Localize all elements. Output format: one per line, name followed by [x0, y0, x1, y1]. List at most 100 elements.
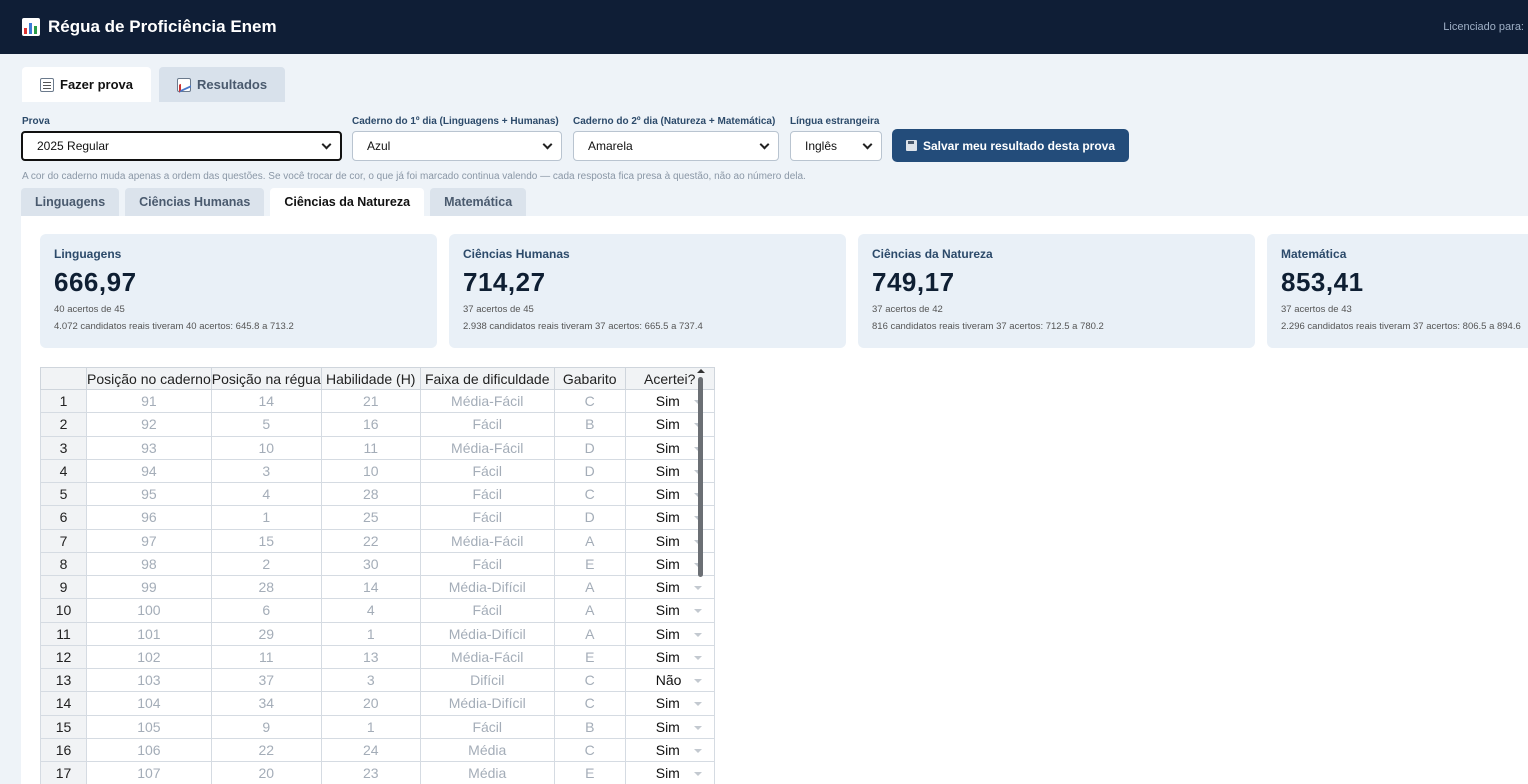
scroll-thumb[interactable]: [698, 377, 703, 577]
card-range: 2.938 candidatos reais tiveram 37 acerto…: [463, 321, 703, 332]
cell-posicao-caderno: 104: [86, 691, 212, 716]
cell-habilidade: 25: [320, 505, 421, 530]
card-range: 4.072 candidatos reais tiveram 40 acerto…: [54, 321, 294, 332]
lingua-select[interactable]: Inglês: [790, 131, 882, 161]
cell-posicao-caderno: 93: [86, 435, 212, 460]
acertei-value: Sim: [655, 765, 680, 782]
cell-posicao-regua: 3: [210, 458, 322, 484]
cell-habilidade: 11: [320, 435, 421, 460]
cell-posicao-caderno: 95: [86, 481, 212, 507]
cell-gabarito: B: [553, 714, 626, 739]
cell-posicao-regua: 5: [210, 412, 322, 437]
acertei-value: Sim: [655, 532, 680, 549]
row-number: 2: [40, 412, 87, 437]
acertei-value: Sim: [655, 486, 680, 503]
column-header-index: [40, 367, 87, 390]
cell-gabarito: C: [553, 691, 626, 716]
cell-faixa: Fácil: [419, 481, 555, 507]
lingua-label: Língua estrangeira: [790, 116, 880, 127]
cell-habilidade: 1: [320, 714, 421, 739]
caderno1-label: Caderno do 1º dia (Linguagens + Humanas): [352, 116, 559, 127]
cell-habilidade: 21: [320, 388, 421, 414]
main-tabs: Fazer prova Resultados: [22, 67, 286, 102]
save-result-button[interactable]: Salvar meu resultado desta prova: [892, 129, 1129, 162]
table-row: 9 99 28 14 Média-Difícil A Sim: [40, 574, 715, 600]
tab-ciencias-humanas[interactable]: Ciências Humanas: [125, 188, 265, 216]
tab-matematica[interactable]: Matemática: [430, 188, 527, 216]
cell-posicao-regua: 20: [210, 760, 322, 784]
card-title: Ciências Humanas: [463, 247, 570, 261]
card-score: 714,27: [463, 267, 546, 297]
prova-label: Prova: [22, 116, 50, 127]
card-score: 749,17: [872, 267, 955, 297]
card-title: Linguagens: [54, 247, 122, 261]
cell-posicao-regua: 1: [210, 505, 322, 530]
chevron-down-icon: [542, 139, 553, 149]
column-header-habilidade[interactable]: Habilidade (H): [320, 367, 421, 390]
tab-label: Resultados: [196, 77, 268, 92]
row-number: 16: [40, 737, 87, 763]
cell-faixa: Fácil: [419, 551, 555, 577]
caderno1-value: Azul: [367, 139, 391, 153]
table-row: 8 98 2 30 Fácil E Sim: [40, 551, 715, 577]
row-number: 9: [40, 574, 87, 600]
cell-posicao-caderno: 96: [86, 505, 212, 530]
score-card-ciencias-humanas: Ciências Humanas 714,27 37 acertos de 45…: [449, 234, 846, 348]
cell-posicao-caderno: 105: [86, 714, 212, 739]
table-row: 12 102 11 13 Média-Fácil E Sim: [40, 644, 715, 670]
column-header-posicao-caderno[interactable]: Posição no caderno: [86, 367, 212, 390]
cell-gabarito: E: [553, 551, 626, 577]
caderno2-select[interactable]: Amarela: [573, 131, 779, 161]
questions-table: Posição no caderno Posição na régua Habi…: [40, 367, 715, 784]
acertei-value: Sim: [655, 602, 680, 619]
cell-posicao-regua: 22: [210, 737, 322, 763]
cell-gabarito: A: [553, 574, 626, 600]
cell-posicao-caderno: 92: [86, 412, 212, 437]
chevron-down-icon: [862, 139, 873, 149]
scroll-up-icon[interactable]: [697, 369, 705, 373]
card-title: Ciências da Natureza: [872, 247, 993, 261]
tab-linguagens[interactable]: Linguagens: [21, 188, 120, 216]
cell-gabarito: C: [553, 667, 626, 693]
cell-posicao-caderno: 103: [86, 667, 212, 693]
cell-habilidade: 3: [320, 667, 421, 693]
row-number: 10: [40, 598, 87, 623]
row-number: 17: [40, 760, 87, 784]
cell-posicao-caderno: 106: [86, 737, 212, 763]
table-row: 6 96 1 25 Fácil D Sim: [40, 505, 715, 530]
row-number: 11: [40, 621, 87, 646]
prova-select[interactable]: 2025 Regular: [21, 131, 342, 161]
floppy-disk-icon: [905, 140, 917, 151]
cell-habilidade: 4: [320, 598, 421, 623]
cell-faixa: Fácil: [419, 598, 555, 623]
column-header-posicao-regua[interactable]: Posição na régua: [210, 367, 322, 390]
cell-habilidade: 14: [320, 574, 421, 600]
cell-faixa: Difícil: [419, 667, 555, 693]
cell-gabarito: D: [553, 458, 626, 484]
tab-ciencias-natureza[interactable]: Ciências da Natureza: [270, 188, 425, 216]
caderno1-select[interactable]: Azul: [352, 131, 562, 161]
cell-faixa: Média-Fácil: [419, 388, 555, 414]
table-body: 1 91 14 21 Média-Fácil C Sim 2 92 5 16 Fácil B Sim 3 93…: [40, 388, 715, 784]
tab-fazer-prova[interactable]: Fazer prova: [22, 67, 151, 102]
card-hits: 37 acertos de 42: [872, 304, 943, 315]
acertei-value: Sim: [655, 695, 680, 712]
row-number: 1: [40, 388, 87, 414]
cell-faixa: Fácil: [419, 714, 555, 739]
cell-posicao-regua: 6: [210, 598, 322, 623]
app-title: Régua de Proficiência Enem: [48, 17, 277, 36]
table-row: 7 97 15 22 Média-Fácil A Sim: [40, 528, 715, 553]
tab-resultados[interactable]: Resultados: [158, 67, 286, 102]
table-row: 15 105 9 1 Fácil B Sim: [40, 714, 715, 739]
acertei-value: Sim: [655, 579, 680, 596]
cell-posicao-regua: 29: [210, 621, 322, 646]
column-header-faixa[interactable]: Faixa de dificuldade: [419, 367, 555, 390]
acertei-value: Não: [655, 672, 682, 689]
cell-gabarito: E: [553, 760, 626, 784]
cell-habilidade: 24: [320, 737, 421, 763]
column-header-gabarito[interactable]: Gabarito: [553, 367, 626, 390]
cell-posicao-regua: 11: [210, 644, 322, 670]
cell-gabarito: D: [553, 505, 626, 530]
cell-posicao-caderno: 107: [86, 760, 212, 784]
table-scrollbar[interactable]: [696, 367, 706, 784]
